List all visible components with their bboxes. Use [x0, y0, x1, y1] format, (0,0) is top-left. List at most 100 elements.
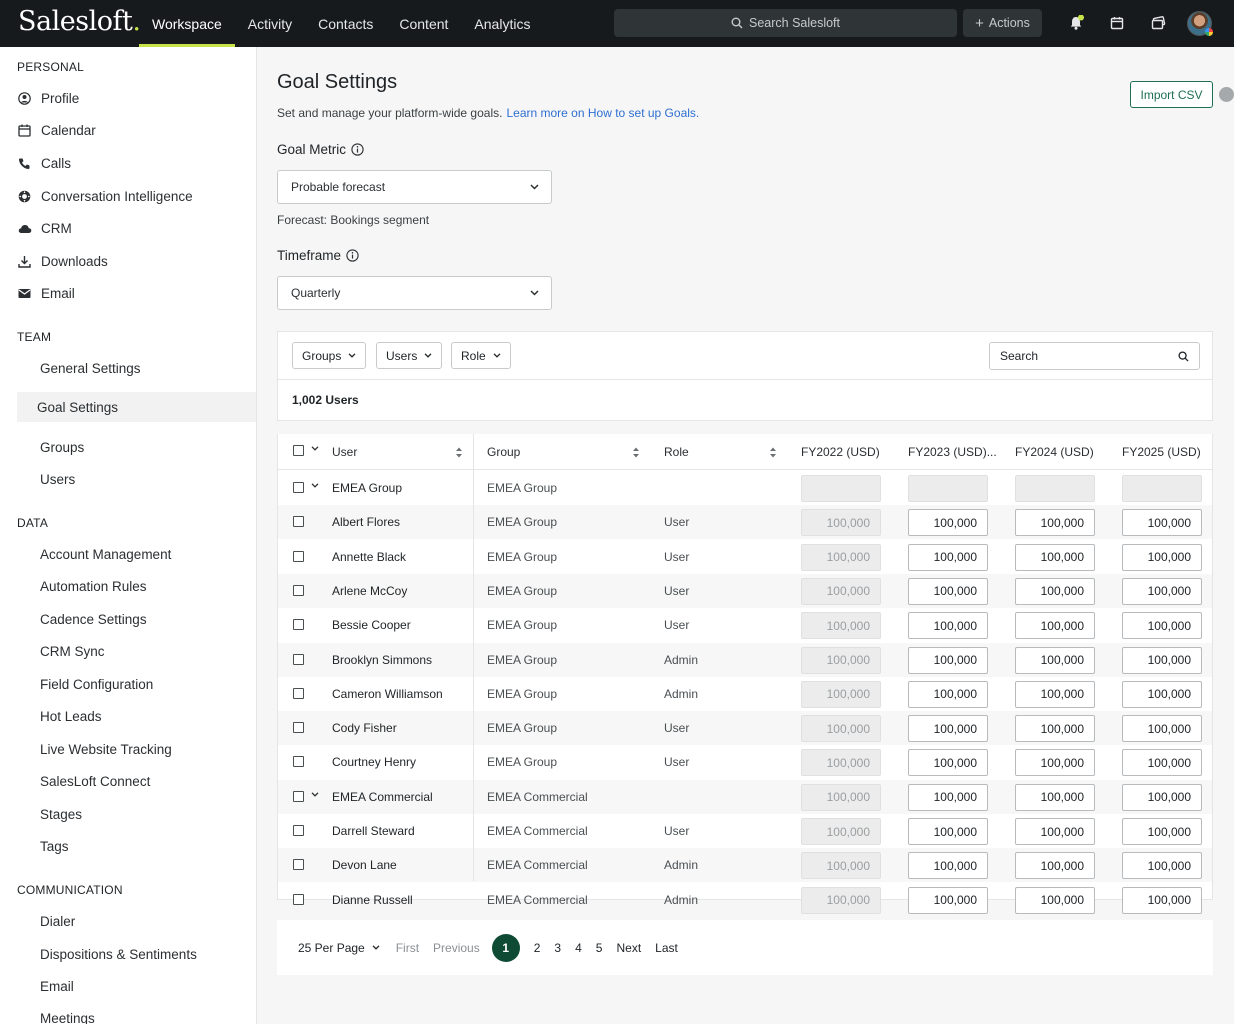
sort-icon[interactable]	[455, 447, 463, 458]
sidebar-item-account-management[interactable]: Account Management	[17, 539, 256, 569]
goal-input-fy2023[interactable]: 100,000	[908, 783, 988, 811]
sidebar-item-meetings[interactable]: Meetings	[17, 1003, 256, 1024]
timeframe-select[interactable]: Quarterly	[277, 276, 552, 310]
goal-input-fy2023[interactable]: 100,000	[908, 715, 988, 743]
tickets-icon[interactable]	[1147, 12, 1169, 34]
sidebar-item-email[interactable]: Email	[17, 278, 256, 308]
row-checkbox[interactable]	[293, 756, 304, 768]
row-checkbox[interactable]	[293, 550, 304, 562]
sidebar-item-downloads[interactable]: Downloads	[17, 246, 256, 276]
goal-input-fy2024[interactable]: 100,000	[1015, 543, 1095, 571]
goal-input-fy2024[interactable]: 100,000	[1015, 818, 1095, 845]
page-2-button[interactable]: 2	[534, 941, 541, 955]
sidebar-item-calls[interactable]: Calls	[17, 148, 256, 178]
salesloft-logo[interactable]: Salesloft.	[18, 6, 141, 37]
goal-input-fy2025[interactable]: 100,000	[1122, 886, 1202, 914]
goal-input-fy2025[interactable]: 100,000	[1122, 852, 1202, 880]
sidebar-item-crm-sync[interactable]: CRM Sync	[17, 636, 256, 666]
sidebar-item-dispositions-sentiments[interactable]: Dispositions & Sentiments	[17, 939, 256, 969]
column-header-role[interactable]: Role	[664, 434, 689, 470]
goal-input-fy2024[interactable]: 100,000	[1015, 577, 1095, 605]
goal-input-fy2023[interactable]: 100,000	[908, 680, 988, 708]
goal-input-fy2024[interactable]: 100,000	[1015, 783, 1095, 811]
previous-page-button[interactable]: Previous	[433, 941, 480, 955]
chevron-down-icon[interactable]	[311, 792, 319, 797]
row-checkbox[interactable]	[293, 893, 304, 905]
goal-input-fy2025[interactable]: 100,000	[1122, 543, 1202, 571]
info-icon[interactable]	[346, 249, 359, 262]
sidebar-item-general-settings[interactable]: General Settings	[17, 353, 256, 383]
goal-input-fy2025[interactable]: 100,000	[1122, 577, 1202, 605]
row-checkbox[interactable]	[293, 790, 304, 802]
goal-input-fy2023[interactable]: 100,000	[908, 543, 988, 571]
sidebar-item-stages[interactable]: Stages	[17, 799, 256, 829]
goal-input-fy2023[interactable]: 100,000	[908, 509, 988, 537]
goal-input-fy2023[interactable]: 100,000	[908, 818, 988, 845]
nav-tab-content[interactable]: Content	[386, 0, 461, 47]
row-checkbox[interactable]	[293, 687, 304, 699]
goal-input-fy2024[interactable]: 100,000	[1015, 646, 1095, 674]
goal-input-fy2024[interactable]: 100,000	[1015, 612, 1095, 640]
calendar-icon[interactable]	[1106, 12, 1128, 34]
goal-input-fy2023[interactable]: 100,000	[908, 749, 988, 777]
sidebar-item-goal-settings[interactable]: Goal Settings	[17, 392, 256, 422]
goal-input-fy2025[interactable]: 100,000	[1122, 818, 1202, 845]
goal-input-fy2023[interactable]: 100,000	[908, 612, 988, 640]
row-checkbox[interactable]	[293, 482, 304, 493]
sidebar-item-hot-leads[interactable]: Hot Leads	[17, 701, 256, 731]
info-icon[interactable]	[351, 143, 364, 156]
sidebar-item-groups[interactable]: Groups	[17, 432, 256, 462]
row-checkbox[interactable]	[293, 653, 304, 665]
sidebar-item-communication-email[interactable]: Email	[17, 971, 256, 1001]
nav-tab-analytics[interactable]: Analytics	[461, 0, 543, 47]
column-header-group[interactable]: Group	[487, 434, 520, 470]
sidebar-item-field-configuration[interactable]: Field Configuration	[17, 669, 256, 699]
sidebar-item-cadence-settings[interactable]: Cadence Settings	[17, 604, 256, 634]
chevron-down-icon[interactable]	[311, 483, 319, 488]
sidebar-item-users[interactable]: Users	[17, 464, 256, 494]
groups-filter-button[interactable]: Groups	[292, 342, 367, 369]
nav-tab-activity[interactable]: Activity	[235, 0, 305, 47]
goal-metric-select[interactable]: Probable forecast	[277, 170, 552, 204]
goal-input-fy2024[interactable]: 100,000	[1015, 749, 1095, 777]
row-checkbox[interactable]	[293, 584, 304, 596]
sidebar-item-crm[interactable]: CRM	[17, 213, 256, 243]
goal-input-fy2023[interactable]: 100,000	[908, 577, 988, 605]
goal-input-fy2025[interactable]: 100,000	[1122, 749, 1202, 777]
sidebar-item-tags[interactable]: Tags	[17, 831, 256, 861]
page-5-button[interactable]: 5	[596, 941, 603, 955]
row-checkbox[interactable]	[293, 619, 304, 631]
help-handle-icon[interactable]	[1219, 87, 1234, 102]
per-page-select[interactable]: 25 Per Page	[298, 941, 380, 955]
users-filter-button[interactable]: Users	[376, 342, 443, 369]
sidebar-item-automation-rules[interactable]: Automation Rules	[17, 571, 256, 601]
column-header-user[interactable]: User	[332, 434, 357, 470]
row-checkbox[interactable]	[293, 859, 304, 871]
goal-input-fy2023[interactable]: 100,000	[908, 852, 988, 880]
sidebar-item-live-website-tracking[interactable]: Live Website Tracking	[17, 734, 256, 764]
notifications-bell-icon[interactable]	[1065, 12, 1087, 34]
goal-input-fy2025[interactable]: 100,000	[1122, 680, 1202, 708]
sidebar-item-conversation-intelligence[interactable]: Conversation Intelligence	[17, 181, 256, 211]
goal-input-fy2025[interactable]: 100,000	[1122, 646, 1202, 674]
goal-input-fy2025[interactable]: 100,000	[1122, 783, 1202, 811]
first-page-button[interactable]: First	[396, 941, 419, 955]
row-checkbox[interactable]	[293, 722, 304, 734]
goal-input-fy2023[interactable]: 100,000	[908, 646, 988, 674]
page-3-button[interactable]: 3	[554, 941, 561, 955]
table-search-input[interactable]: Search	[989, 342, 1200, 370]
next-page-button[interactable]: Next	[616, 941, 641, 955]
row-checkbox[interactable]	[293, 516, 304, 528]
sidebar-item-profile[interactable]: Profile	[17, 83, 256, 113]
chevron-down-icon[interactable]	[311, 446, 319, 451]
sort-icon[interactable]	[632, 447, 640, 458]
last-page-button[interactable]: Last	[655, 941, 678, 955]
page-1-button[interactable]: 1	[491, 933, 520, 962]
sidebar-item-salesloft-connect[interactable]: SalesLoft Connect	[17, 766, 256, 796]
goal-input-fy2024[interactable]: 100,000	[1015, 680, 1095, 708]
goal-input-fy2025[interactable]: 100,000	[1122, 715, 1202, 743]
goal-input-fy2024[interactable]: 100,000	[1015, 886, 1095, 914]
nav-tab-contacts[interactable]: Contacts	[305, 0, 386, 47]
select-all-checkbox[interactable]	[293, 445, 304, 456]
learn-more-link[interactable]: Learn more on How to set up Goals.	[506, 106, 699, 120]
